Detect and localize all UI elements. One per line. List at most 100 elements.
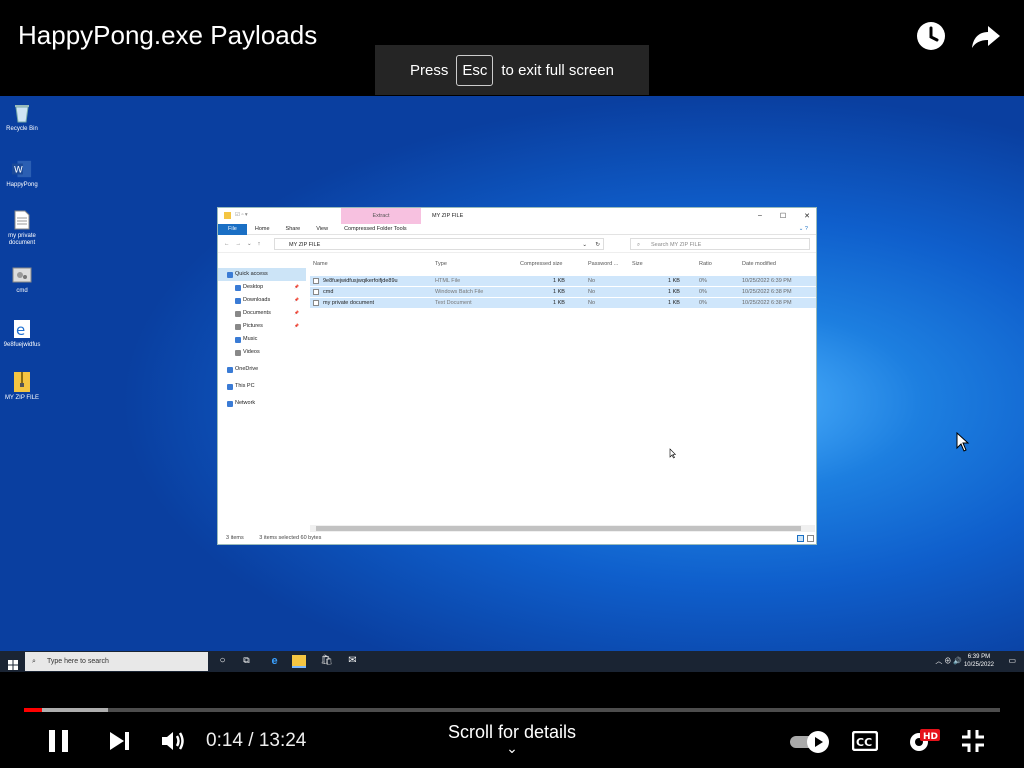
tab-view[interactable]: View <box>308 226 336 232</box>
refresh-icon[interactable]: ↻ <box>595 239 600 251</box>
search-input[interactable]: ⌕ Search MY ZIP FILE <box>630 238 810 250</box>
ribbon-tabs: File Home Share View Compressed Folder T… <box>218 223 816 235</box>
edge-icon[interactable]: e <box>268 655 281 668</box>
nav-item-icon <box>235 285 241 291</box>
scrollbar-thumb[interactable] <box>316 526 801 531</box>
autoplay-toggle[interactable] <box>788 730 832 759</box>
nav-item-documents[interactable]: Documents 📌 <box>218 307 306 320</box>
file-icon <box>313 300 319 306</box>
nav-item-label: Documents <box>243 310 271 316</box>
quick-access-toolbar-icon[interactable]: ☑ ▫ ▾ <box>235 212 248 218</box>
next-icon[interactable] <box>109 731 131 756</box>
time-display: 0:14 / 13:24 <box>206 730 307 751</box>
desktop-icon-my-private-document[interactable]: my private document <box>2 209 42 247</box>
clock-time: 6:39 PM <box>967 654 991 660</box>
horizontal-scrollbar[interactable] <box>310 525 815 532</box>
system-tray-icons[interactable]: ︿ ⊕ 🔊 <box>935 656 962 666</box>
desktop-icon-html-file[interactable]: e 9e8fuejwidfus <box>2 318 42 349</box>
address-input[interactable]: MY ZIP FILE ⌄ ↻ <box>274 238 604 250</box>
nav-item-this-pc[interactable]: This PC <box>218 380 306 393</box>
scroll-for-details[interactable]: Scroll for details ⌄ <box>420 722 604 755</box>
details-view-icon[interactable] <box>797 535 804 542</box>
minimize-icon[interactable]: – <box>758 212 762 220</box>
search-placeholder: Search MY ZIP FILE <box>651 242 702 248</box>
word-doc-icon: W <box>12 158 32 180</box>
share-icon[interactable] <box>970 20 1002 52</box>
nav-item-videos[interactable]: Videos <box>218 346 306 359</box>
cell-password: No <box>588 289 596 295</box>
store-icon[interactable]: 🛍 <box>320 655 333 668</box>
tab-extract[interactable]: Extract <box>341 208 421 224</box>
search-icon: ⌕ <box>637 242 641 248</box>
file-list: Name Type Compressed size Password ... S… <box>310 258 816 528</box>
cell-size: 1 KB <box>668 278 680 284</box>
file-row[interactable]: my private document Text Document 1 KB No 1 … <box>310 298 816 308</box>
tab-file[interactable]: File <box>218 223 247 235</box>
file-explorer-icon[interactable] <box>292 655 306 668</box>
up-icon[interactable]: ↑ <box>258 241 261 247</box>
file-icon <box>313 278 319 284</box>
desktop-icon-cmd[interactable]: cmd <box>2 264 42 295</box>
volume-icon[interactable] <box>160 729 186 758</box>
exit-fullscreen-icon[interactable] <box>961 729 985 758</box>
cell-date: 10/25/2022 6:39 PM <box>742 278 792 284</box>
recycle-bin-icon <box>12 102 32 124</box>
tab-share[interactable]: Share <box>278 226 309 232</box>
cell-date: 10/25/2022 6:38 PM <box>742 300 792 306</box>
search-icon: ⌕ <box>32 658 36 665</box>
file-row[interactable]: cmd Windows Batch File 1 KB No 1 KB 0% 10/25/2… <box>310 287 816 297</box>
watch-later-icon[interactable] <box>915 20 947 52</box>
taskbar-clock[interactable]: 6:39 PM 10/25/2022 <box>964 653 994 669</box>
settings-gear-icon[interactable]: HD <box>906 727 942 760</box>
nav-item-music[interactable]: Music <box>218 333 306 346</box>
file-row[interactable]: 9e8fuejwidfusjwqikerfoifjde89u HTML File 1… <box>310 276 816 286</box>
forward-icon[interactable]: → <box>236 241 242 247</box>
column-ratio[interactable]: Ratio <box>699 261 712 271</box>
column-type[interactable]: Type <box>435 261 447 271</box>
nav-item-onedrive[interactable]: OneDrive <box>218 363 306 376</box>
column-name[interactable]: Name <box>313 261 328 271</box>
tab-home[interactable]: Home <box>247 226 278 232</box>
notification-icon[interactable]: ▭ <box>1008 656 1016 665</box>
desktop: Recycle Bin W HappyPong my private docum… <box>0 96 1024 651</box>
column-date-modified[interactable]: Date modified <box>742 261 776 271</box>
selection-info: 3 items selected 60 bytes <box>259 535 322 541</box>
help-icon[interactable]: ⌄ ? <box>791 226 816 232</box>
nav-item-desktop[interactable]: Desktop 📌 <box>218 281 306 294</box>
video-title[interactable]: HappyPong.exe Payloads <box>18 20 317 51</box>
recent-icon[interactable]: ⌄ <box>247 241 252 247</box>
taskbar-search-input[interactable]: ⌕ Type here to search <box>25 652 208 671</box>
window-title: MY ZIP FILE <box>432 213 464 219</box>
title-bar[interactable]: ☑ ▫ ▾ Extract MY ZIP FILE – ☐ ✕ <box>218 208 816 224</box>
progress-bar[interactable] <box>24 708 1000 712</box>
task-view-icon[interactable]: ⧉ <box>240 655 253 668</box>
cell-compressed: 1 KB <box>553 278 565 284</box>
large-icons-view-icon[interactable] <box>807 535 814 542</box>
cortana-icon[interactable]: ○ <box>216 655 229 668</box>
desktop-icon-my-zip-file[interactable]: MY ZIP FILE <box>2 371 42 402</box>
start-icon[interactable] <box>8 657 18 675</box>
back-icon[interactable]: ← <box>224 241 230 247</box>
nav-item-icon <box>227 401 233 407</box>
desktop-icon-happypong[interactable]: W HappyPong <box>2 158 42 189</box>
maximize-icon[interactable]: ☐ <box>780 212 786 220</box>
nav-item-label: Network <box>235 400 256 406</box>
nav-item-pictures[interactable]: Pictures 📌 <box>218 320 306 333</box>
column-password[interactable]: Password ... <box>588 261 618 271</box>
tab-compressed-folder-tools[interactable]: Compressed Folder Tools <box>336 226 415 232</box>
nav-item-label: Pictures <box>243 323 263 329</box>
close-icon[interactable]: ✕ <box>804 212 810 220</box>
chevron-down-icon[interactable]: ⌄ <box>582 239 587 251</box>
mail-icon[interactable]: ✉ <box>346 655 359 668</box>
column-size[interactable]: Size <box>632 261 643 271</box>
column-compressed-size[interactable]: Compressed size <box>520 261 563 271</box>
item-count: 3 items <box>226 535 244 541</box>
desktop-icon-recycle-bin[interactable]: Recycle Bin <box>2 102 42 133</box>
captions-icon[interactable]: CC <box>851 730 879 756</box>
nav-item-label: Videos <box>243 349 260 355</box>
nav-item-quick-access[interactable]: Quick access <box>218 268 306 281</box>
nav-item-network[interactable]: Network <box>218 397 306 410</box>
svg-text:CC: CC <box>856 736 872 749</box>
pause-icon[interactable] <box>48 729 70 758</box>
nav-item-downloads[interactable]: Downloads 📌 <box>218 294 306 307</box>
